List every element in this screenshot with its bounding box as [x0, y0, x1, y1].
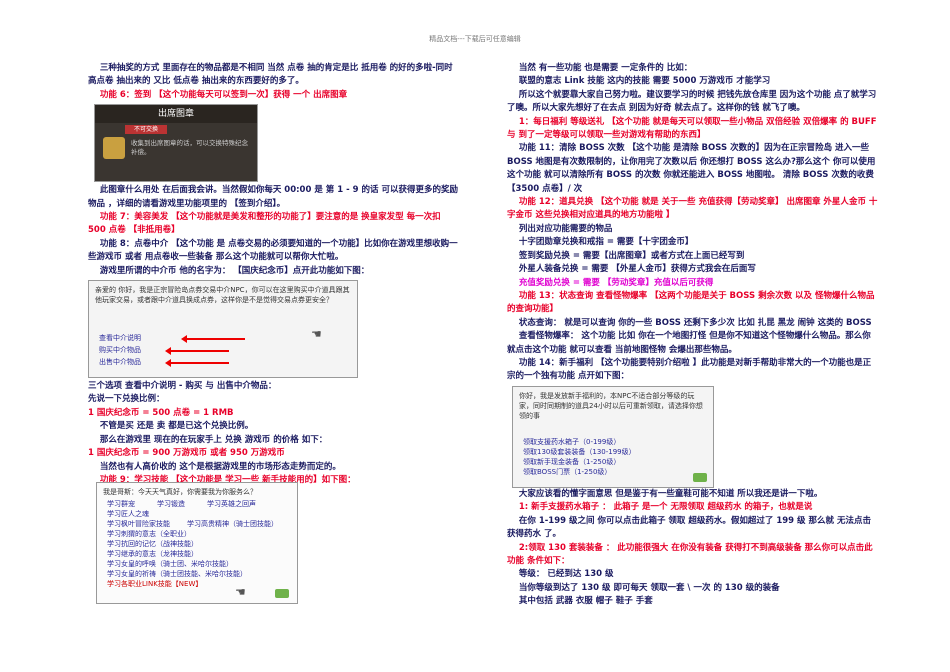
paragraph: 列出对应功能需要的物品: [518, 223, 613, 234]
paragraph: 不管是买 还是 卖 都是已这个兑换比例。: [99, 421, 254, 432]
paragraph: 其中包括 武器 衣服 帽子 鞋子 手套: [518, 596, 653, 607]
newbie-option[interactable]: 领取新手现金装备（1-250级）: [523, 457, 620, 467]
paragraph: 当然也有人高价收的 这个是根据游戏里的市场形态走势而定的。: [99, 461, 341, 472]
exchange-rate: 1 国庆纪念币 = 500 点卷 = 1 RMB: [88, 407, 234, 418]
newbie-option[interactable]: 领取130级套装装备（130-199级）: [523, 447, 636, 457]
skill-option[interactable]: 学习枫叶冒险家技能: [107, 519, 170, 529]
red-arrow-icon: [181, 335, 245, 344]
screenshot-title: 出席图章: [95, 105, 257, 124]
skill-option[interactable]: 学习继承的意志（龙神技能）: [107, 549, 198, 559]
option-sell-broker-item[interactable]: 出售中介物品: [99, 357, 141, 367]
right-column-lower: 大家应该看的懂字面意思 但是鉴于有一些童鞋可能不知道 所以我还是讲一下啦。 1:…: [507, 488, 879, 609]
red-arrow-icon: [165, 359, 229, 368]
left-column: 三种抽奖的方式 里面存在的物品都是不相同 当然 点卷 抽的肯定是比 抵用卷 的好…: [88, 62, 460, 487]
skill-option[interactable]: 学习女皇的祈祷（骑士团技能、米哈尔技能）: [107, 569, 247, 579]
skill-option[interactable]: 学习锻造: [157, 499, 185, 509]
exchange-rate: 1 国庆纪念币 = 900 万游戏币 或者 950 万游戏币: [88, 448, 285, 459]
red-arrow-icon: [165, 347, 229, 356]
function-heading: 功能 8：点卷中介 【这个功能 是 点卷交易的必须要知道的一个功能】比如你在游戏…: [88, 238, 458, 263]
confirm-button[interactable]: [693, 473, 707, 482]
paragraph: 状态查询： 就是可以查询 你的一些 BOSS 还剩下多少次 比如 扎昆 黑龙 闹…: [518, 317, 872, 328]
function-heading: 功能 6：签到 【这个功能每天可以签到一次】获得 一个 出席图章: [99, 89, 348, 100]
paragraph: 游戏里所谓的中介币 他的名字为： 【国庆纪念币】点开此功能如下图：: [99, 265, 370, 276]
pointer-hand-icon: ☚: [311, 327, 322, 342]
paragraph: 十字团勋章兑换和戒指 = 需要【十字团金币】: [518, 237, 694, 248]
paragraph: 三个选项 查看中介说明 - 购买 与 出售中介物品：: [88, 381, 277, 392]
paragraph: 三种抽奖的方式 里面存在的物品都是不相同 当然 点卷 抽的肯定是比 抵用卷 的好…: [88, 63, 453, 87]
npc-dialog-text: 我是哥斯：今天天气真好，你需要我为你服务么？: [103, 488, 257, 496]
paragraph: 签到奖励兑换 = 需要【出席图章】或者方式在上面已经写到: [518, 250, 745, 261]
skill-option[interactable]: 学习匠人之魂: [107, 509, 149, 519]
npc-dialog-text: 亲爱的 你好，我是正宗冒险岛点券交易中介NPC，你可以在这里购买中介道具跟其他玩…: [95, 286, 350, 305]
function-heading: 功能 14：新手福利 【这个功能要特别介绍啦 】此功能是对新手帮助非常大的一个功…: [507, 357, 872, 382]
pointer-hand-icon: ☚: [235, 585, 246, 599]
paragraph: 当然 有一些功能 也是需要 一定条件的 比如：: [518, 63, 693, 73]
skill-npc-screenshot: 我是哥斯：今天天气真好，你需要我为你服务么？ 学习群宠 学习锻造 学习英雄之回声…: [96, 482, 298, 604]
newbie-option[interactable]: 领取支援药水箱子（0-199级）: [523, 437, 620, 447]
skill-option[interactable]: 学习英雄之回声: [207, 499, 256, 509]
skill-option[interactable]: 学习女皇的呼唤（骑士团、米哈尔技能）: [107, 559, 233, 569]
broker-npc-screenshot: 亲爱的 你好，我是正宗冒险岛点券交易中介NPC，你可以在这里购买中介道具跟其他玩…: [88, 280, 358, 379]
function-heading: 1：每日福利 等级送礼 【这个功能 就是每天可以领取一些小物品 双倍经验 双倍爆…: [507, 116, 877, 141]
paragraph: 此图章什么用处 在后面我会讲。当然假如你每天 00:00 是 第 1 - 9 的…: [88, 185, 458, 209]
attendance-stamp-screenshot: 出席图章 不可交换 收集到出席图章的话，可以交换特殊纪念补偿。: [94, 104, 258, 183]
document-header: 精品文档---下载后可任意编辑: [429, 35, 521, 43]
stamp-icon: [103, 137, 125, 160]
confirm-button[interactable]: [275, 589, 289, 598]
untradeable-tag: 不可交换: [125, 125, 167, 135]
function-heading: 功能 13：状态查询 查看怪物爆率 【这两个功能是关于 BOSS 剩余次数 以及…: [507, 290, 875, 315]
function-heading: 功能 7：美容美发 【这个功能就是美发和整形的功能了】要注意的是 换皇家发型 每…: [88, 212, 441, 236]
option-buy-broker-item[interactable]: 购买中介物品: [99, 345, 141, 355]
right-column: 当然 有一些功能 也是需要 一定条件的 比如： 联盟的意志 Link 技能 这内…: [507, 62, 879, 384]
paragraph: 充值奖励兑换 = 需要 【劳动奖章】充值以后可获得: [518, 277, 714, 288]
skill-option[interactable]: 学习高贵精神（骑士团技能）: [187, 519, 278, 529]
skill-option[interactable]: 学习刺猬的意志（全职业）: [107, 529, 191, 539]
paragraph: 1: 新手支援药水箱子 ： 此箱子 是一个 无限领取 超级药水 的箱子，也就是说: [518, 502, 813, 513]
paragraph: 先说一下兑换比例：: [88, 394, 165, 405]
skill-option[interactable]: 学习群宠: [107, 499, 135, 509]
skill-option[interactable]: 学习各职业LINK技能【NEW】: [107, 579, 202, 589]
newbie-option[interactable]: 领取BOSS门票（1-250级）: [523, 467, 611, 477]
npc-dialog-text: 你好，我是发放新手福利的，本NPC不适合部分等级的玩家，同时同期制的道具24小时…: [519, 392, 703, 420]
newbie-npc-screenshot: 你好，我是发放新手福利的，本NPC不适合部分等级的玩家，同时同期制的道具24小时…: [512, 386, 714, 488]
paragraph: 那么在游戏里 现在的在玩家手上 兑换 游戏币 的价格 如下：: [99, 434, 328, 445]
paragraph: 所以这个就要靠大家自己努力啦。建议要学习的时候 把钱先放仓库里 因为这个功能 点…: [507, 89, 877, 114]
option-view-broker-info[interactable]: 查看中介说明: [99, 333, 141, 343]
paragraph: 当你等级到达了 130 级 即可每天 领取一套 \ 一次 的 130 级的装备: [518, 582, 780, 593]
paragraph: 查看怪物爆率： 这个功能 比如 你在一个地图打怪 但是你不知道这个怪物爆什么物品…: [507, 331, 871, 355]
function-heading: 功能 12：道具兑换 【这个功能 就是 关于一些 充值获得【劳动奖章】 出席图章…: [507, 197, 878, 221]
paragraph: 联盟的意志 Link 技能 这内的技能 需要 5000 万游戏币 才能学习: [518, 76, 771, 87]
stamp-description: 收集到出席图章的话，可以交换特殊纪念补偿。: [131, 139, 248, 157]
paragraph: 大家应该看的懂字面意思 但是鉴于有一些童鞋可能不知道 所以我还是讲一下啦。: [518, 489, 823, 499]
function-heading: 功能 11：清除 BOSS 次数 【这个功能 是清除 BOSS 次数的】因为在正…: [507, 143, 876, 194]
skill-option[interactable]: 学习抗回的记忆（战神技能）: [107, 539, 198, 549]
paragraph: 在你 1-199 级之间 你可以点击此箱子 领取 超级药水。假如超过了 199 …: [507, 515, 871, 540]
paragraph: 2:领取 130 套装装备 ： 此功能很强大 在你没有装备 获得打不到高级装备 …: [507, 542, 873, 567]
paragraph: 外星人装备兑换 = 需要 【外星人金币】获得方式我会在后面写: [518, 264, 756, 275]
paragraph: 等级： 已经到达 130 级: [518, 569, 614, 580]
